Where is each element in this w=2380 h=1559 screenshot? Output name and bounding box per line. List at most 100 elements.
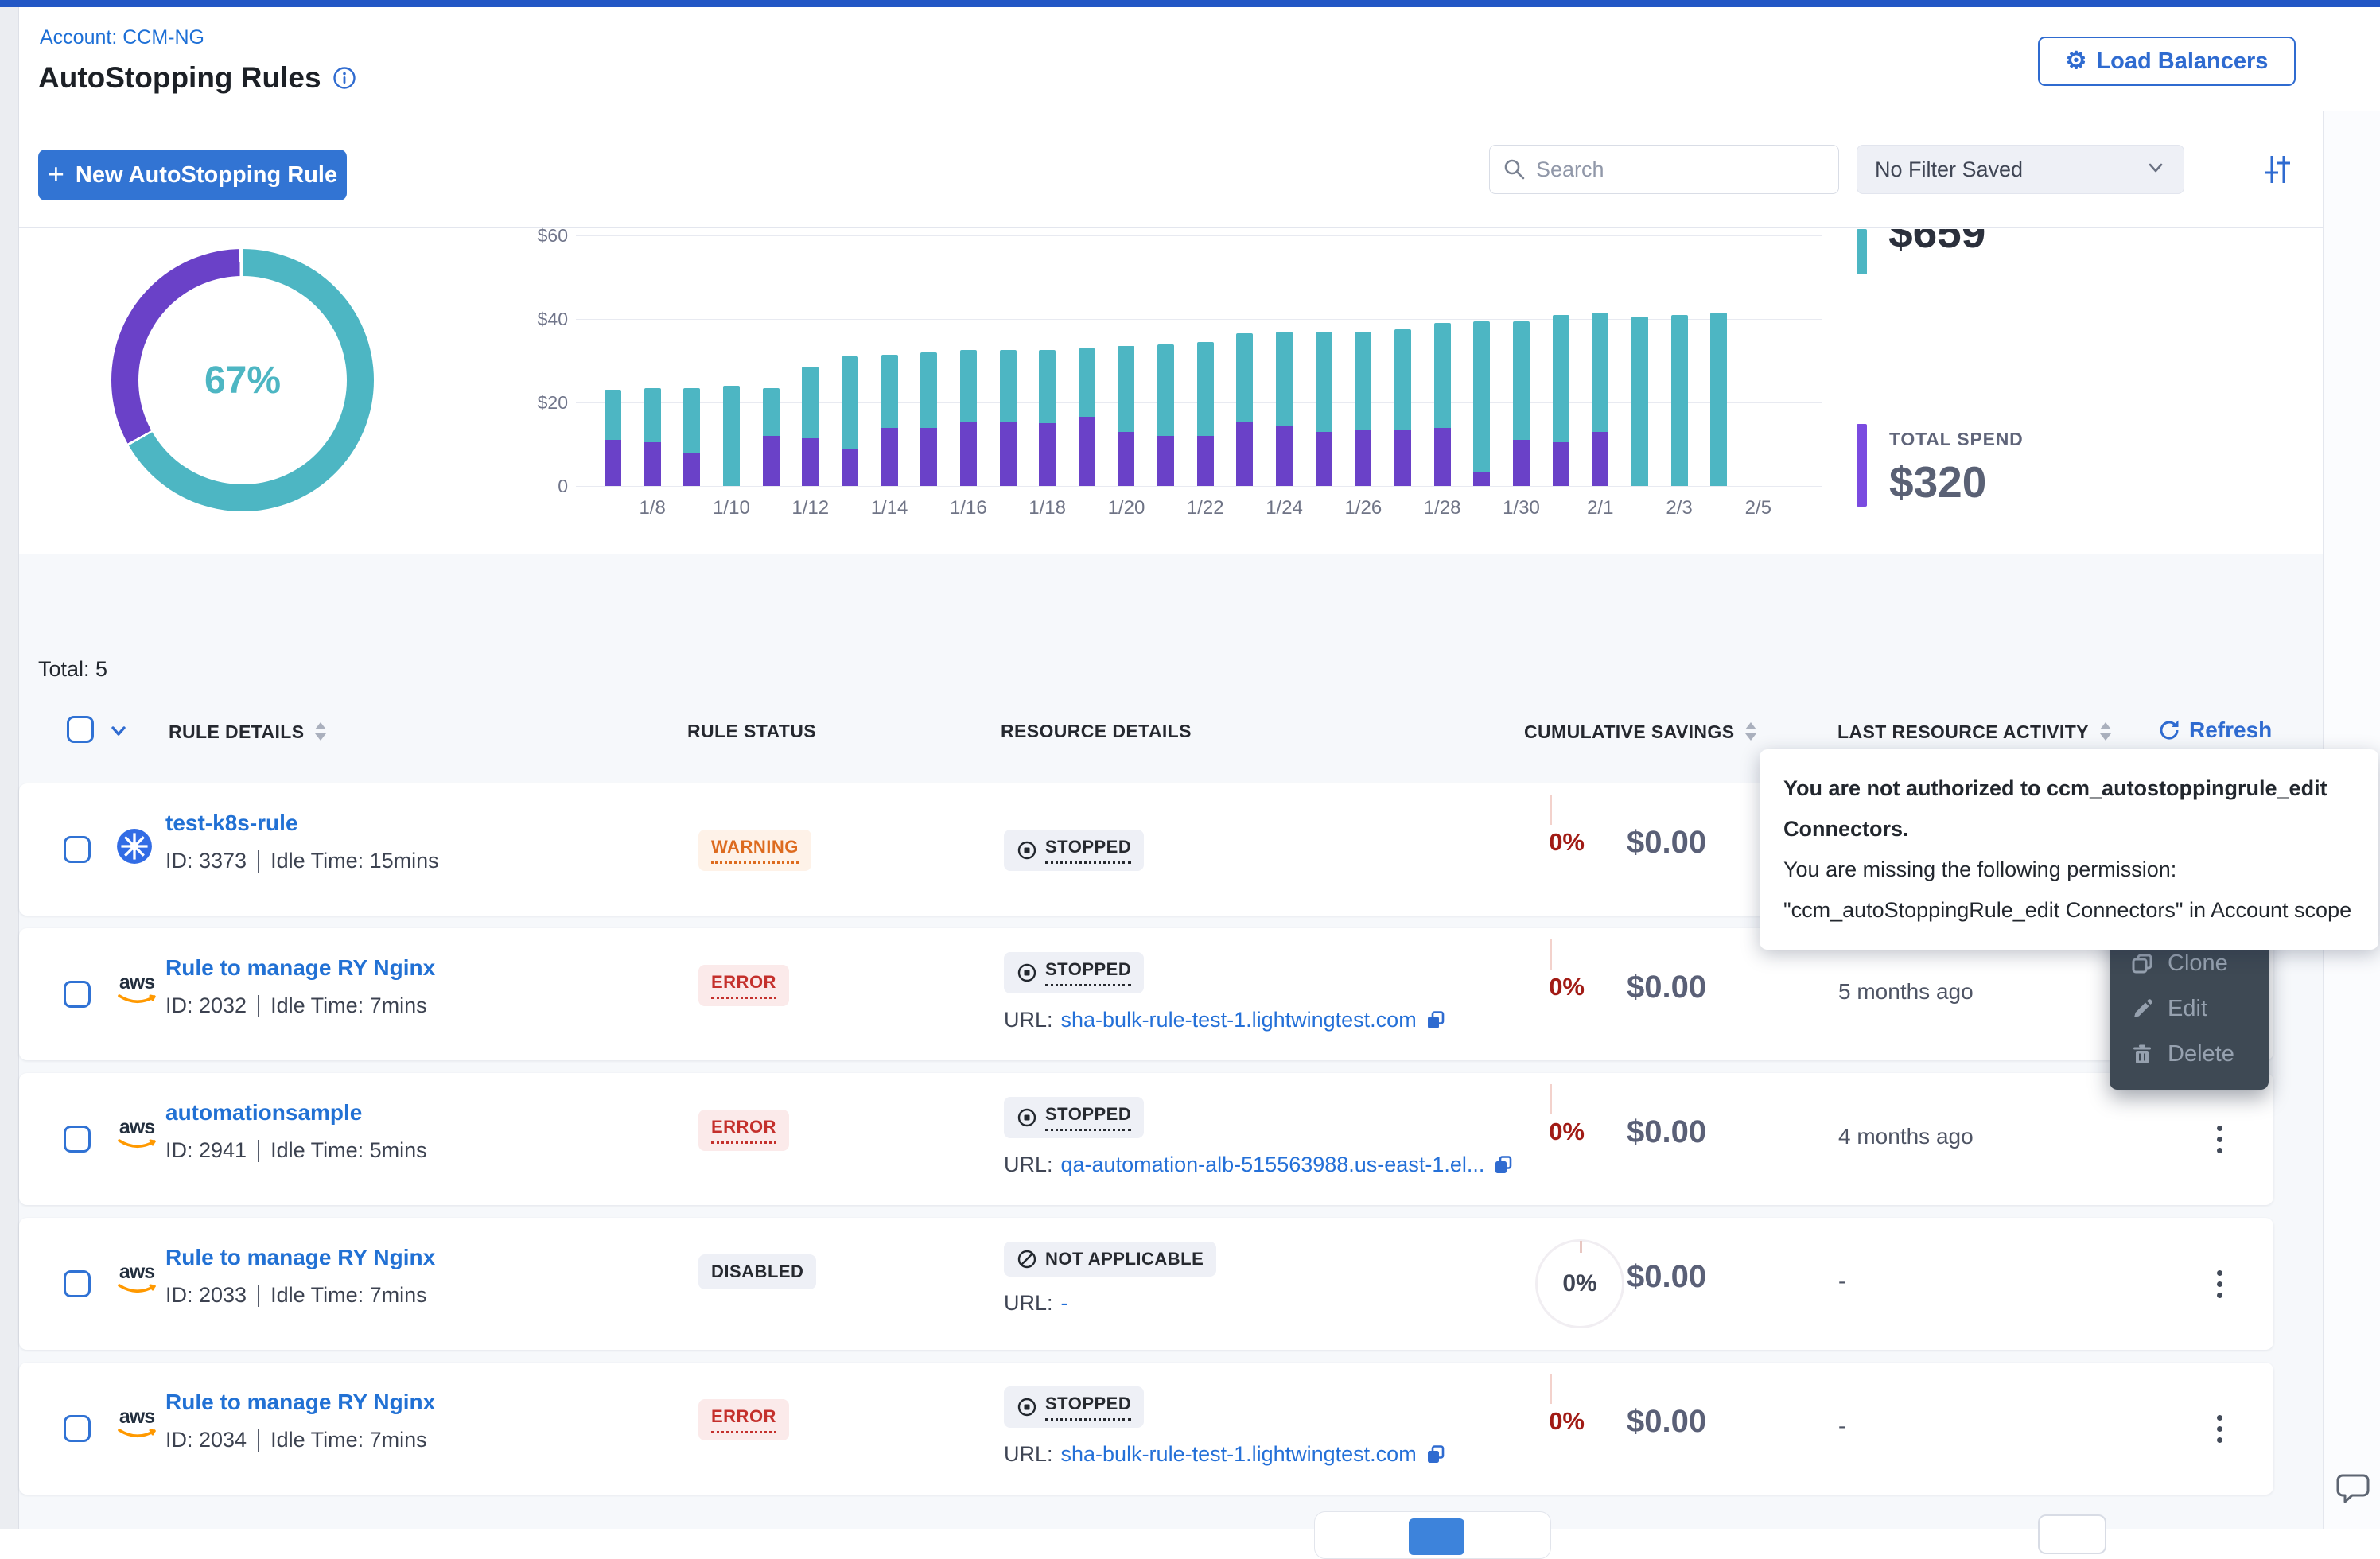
row-checkbox[interactable] [64,1270,91,1297]
rule-idle-time: Idle Time: 7mins [270,993,427,1018]
status-badge[interactable]: WARNING [698,830,811,871]
gridline [576,486,1822,487]
resource-details-cell: STOPPED URL: sha-bulk-rule-test-1.lightwin… [1004,952,1447,1032]
rule-idle-time: Idle Time: 7mins [270,1283,427,1308]
x-axis-tick: 1/28 [1410,497,1474,519]
x-axis-tick: 1/24 [1253,497,1316,519]
bar-segment-savings [842,356,858,449]
new-autostopping-rule-button[interactable]: + New AutoStopping Rule [38,150,347,200]
row-checkbox[interactable] [64,1415,91,1442]
row-checkbox[interactable] [64,1126,91,1153]
menu-item-edit[interactable]: Edit [2110,986,2269,1032]
refresh-button[interactable]: Refresh [2157,717,2272,743]
account-breadcrumb[interactable]: Account: CCM-NG [40,26,204,49]
rule-status-cell: ERROR [698,1110,789,1151]
search-input[interactable] [1489,145,1839,194]
y-axis-tick: $40 [520,309,568,330]
tooltip-line: "ccm_autoStoppingRule_edit Connectors" i… [1783,890,2355,931]
bar-segment-spend [644,442,661,486]
resource-url-link[interactable]: sha-bulk-rule-test-1.lightwingtest.com [1061,1008,1417,1032]
rule-name-link[interactable]: Rule to manage RY Nginx [165,1245,435,1270]
aws-icon: aws [116,1262,158,1305]
bar-segment-spend [683,453,700,486]
bar-segment-spend [1473,472,1490,486]
saved-filter-dropdown[interactable]: No Filter Saved [1857,145,2184,194]
rule-id: ID: 3373 [165,849,247,873]
menu-item-label: Edit [2168,996,2207,1022]
savings-legend-swatch [1857,229,1867,274]
page-title: AutoStopping Rules [38,61,321,95]
copy-icon[interactable] [1425,1444,1447,1466]
x-axis-tick: 1/14 [858,497,921,519]
sort-icon[interactable] [2098,721,2113,743]
resource-badge-label: NOT APPLICABLE [1045,1249,1204,1269]
collapsed-sidebar-strip [0,7,19,1529]
column-header-cumulative-savings[interactable]: CUMULATIVE SAVINGS [1524,721,1758,743]
edit-icon [2130,997,2154,1021]
bar-segment-savings [1079,348,1095,418]
rule-name-link[interactable]: Rule to manage RY Nginx [165,955,435,981]
bar-segment-savings [1434,323,1451,427]
gauge-tick [1580,1241,1582,1253]
resource-state-badge[interactable]: STOPPED [1004,830,1144,871]
search-icon [1502,157,1527,186]
resource-url-link[interactable]: - [1061,1291,1068,1316]
row-options-kebab-icon[interactable] [2202,1261,2237,1307]
resource-details-cell: NOT APPLICABLEURL:- [1004,1242,1216,1316]
info-icon[interactable] [332,66,356,90]
status-badge-label: ERROR [711,1406,776,1433]
row-options-kebab-icon[interactable] [2202,1116,2237,1162]
gauge-tick [1550,795,1552,825]
sort-icon[interactable] [1744,721,1758,743]
row-checkbox[interactable] [64,836,91,863]
chat-bubble-icon[interactable] [2335,1470,2371,1507]
savings-amount: $0.00 [1627,1404,1706,1440]
status-badge[interactable]: ERROR [698,1110,789,1151]
select-menu-chevron-icon[interactable] [107,719,130,747]
pagination[interactable] [1314,1511,1551,1559]
status-badge-label: ERROR [711,1117,776,1144]
saved-filter-value: No Filter Saved [1875,157,2023,182]
table-row: awsRule to manage RY NginxID: 2033Idle T… [19,1218,2273,1350]
table-row: awsRule to manage RY NginxID: 2034Idle T… [19,1363,2273,1495]
status-badge-label: ERROR [711,972,776,999]
filter-panel-icon[interactable] [2259,151,2296,188]
select-all-checkbox[interactable] [67,716,94,743]
url-label: URL: [1004,1008,1053,1032]
active-page-button[interactable] [1409,1518,1464,1555]
x-axis-tick: 1/10 [699,497,763,519]
bar-segment-spend [1197,436,1214,486]
rule-id-idle: ID: 2034Idle Time: 7mins [165,1428,435,1452]
resource-state-badge[interactable]: STOPPED [1004,1386,1144,1428]
load-balancers-button[interactable]: ⚙ Load Balancers [2038,37,2296,86]
bottom-right-button[interactable] [2038,1514,2106,1554]
savings-percentage-value: 0% [1513,973,1585,1001]
resource-state-badge[interactable]: STOPPED [1004,1097,1144,1138]
copy-icon[interactable] [1425,1009,1447,1032]
menu-item-delete[interactable]: Delete [2110,1032,2269,1077]
resource-state-badge[interactable]: NOT APPLICABLE [1004,1242,1216,1277]
rule-name-link[interactable]: Rule to manage RY Nginx [165,1390,435,1415]
column-header-rule-details[interactable]: RULE DETAILS [169,721,328,743]
status-badge[interactable]: ERROR [698,1399,789,1440]
savings-percentage-value: 0% [1513,1407,1585,1436]
rule-name-link[interactable]: test-k8s-rule [165,811,298,836]
sort-icon[interactable] [313,721,328,743]
bar-segment-spend [1118,432,1134,486]
x-axis-tick: 1/22 [1173,497,1237,519]
bar-segment-spend [920,428,937,487]
resource-url-link[interactable]: qa-automation-alb-515563988.us-east-1.el… [1061,1153,1485,1177]
y-axis-tick: 0 [520,476,568,497]
total-spend-legend: TOTAL SPEND $320 [1857,424,2024,507]
column-header-last-resource-activity[interactable]: LAST RESOURCE ACTIVITY [1838,721,2113,743]
rule-name-link[interactable]: automationsample [165,1100,362,1126]
row-checkbox[interactable] [64,981,91,1008]
status-badge[interactable]: ERROR [698,965,789,1006]
resource-state-badge[interactable]: STOPPED [1004,952,1144,993]
row-options-kebab-icon[interactable] [2202,1405,2237,1452]
copy-icon[interactable] [1492,1154,1515,1176]
url-label: URL: [1004,1153,1053,1177]
resource-url-link[interactable]: sha-bulk-rule-test-1.lightwingtest.com [1061,1442,1417,1467]
status-badge[interactable]: DISABLED [698,1254,816,1289]
gauge-tick [1550,1084,1552,1114]
